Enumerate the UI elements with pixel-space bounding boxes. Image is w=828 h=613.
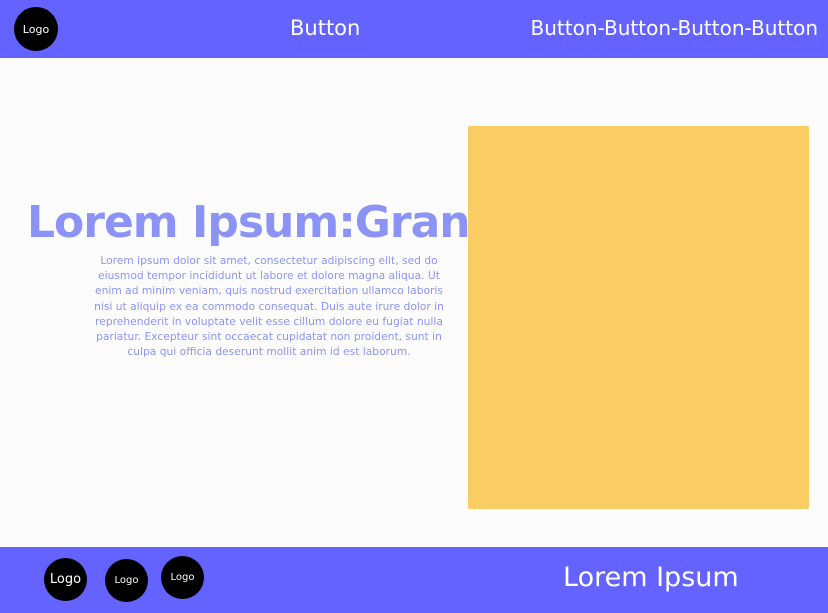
nav-button[interactable]: Button	[290, 13, 370, 43]
footer-logo-1[interactable]: Logo	[44, 558, 87, 601]
hero-title: Lorem Ipsum:Grant	[27, 197, 491, 249]
header-logo-label: Logo	[22, 22, 50, 36]
image-placeholder	[468, 126, 809, 509]
footer-bar: Logo Logo Logo Lorem Ipsum	[0, 547, 828, 613]
nav-button-group[interactable]: Button-Button-Button-Button	[531, 13, 818, 43]
footer-logo-2[interactable]: Logo	[105, 559, 148, 602]
footer-logo-label-2: Logo	[114, 575, 139, 586]
footer-logo-label-3: Logo	[170, 572, 195, 583]
top-navbar: Logo Button Button-Button-Button-Button	[0, 0, 828, 58]
footer-logo-3[interactable]: Logo	[161, 556, 204, 599]
hero-body-text: Lorem ipsum dolor sit amet, consectetur …	[94, 253, 444, 359]
footer-logo-label-1: Logo	[49, 572, 82, 587]
header-logo[interactable]: Logo	[14, 7, 58, 51]
footer-title: Lorem Ipsum	[563, 562, 739, 593]
